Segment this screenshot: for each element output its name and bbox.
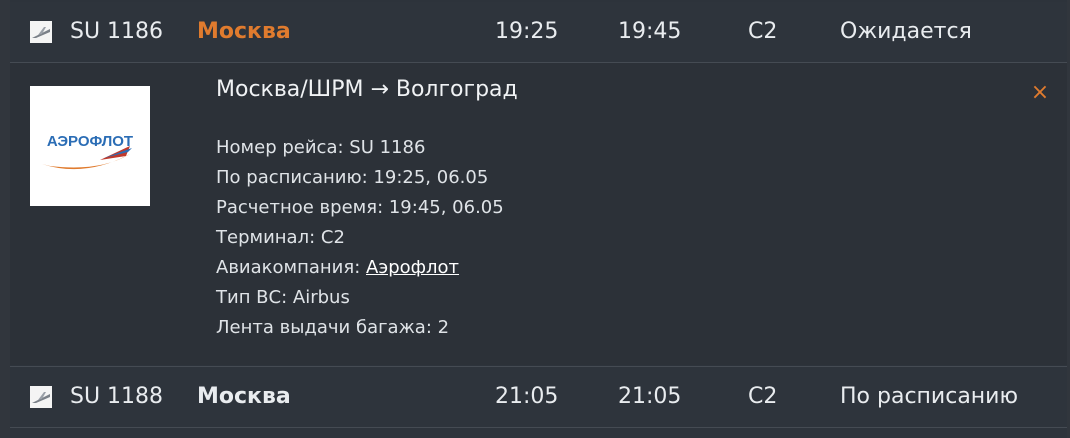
- flight-status: По расписанию: [840, 384, 1018, 409]
- info-airline: Авиакомпания: Аэрофлот: [216, 253, 504, 283]
- next-row-edge: [10, 428, 1067, 438]
- logo-text: АЭРОФЛОТ: [47, 133, 133, 150]
- label: Авиакомпания:: [216, 257, 366, 278]
- city-name: Москва: [197, 19, 291, 44]
- info-aircraft: Тип ВС: Airbus: [216, 283, 504, 313]
- value: 19:45, 06.05: [388, 197, 504, 218]
- close-icon[interactable]: ×: [1028, 81, 1052, 105]
- label: Номер рейса:: [216, 137, 350, 158]
- info-estimated: Расчетное время: 19:45, 06.05: [216, 193, 504, 223]
- flight-row-su1188[interactable]: SU 1188 Москва 21:05 21:05 C2 По расписа…: [10, 366, 1067, 428]
- airline-link[interactable]: Аэрофлот: [366, 257, 459, 278]
- flight-status: Ожидается: [840, 19, 972, 44]
- flight-number: SU 1188: [70, 384, 164, 409]
- value: Airbus: [292, 287, 350, 308]
- label: Лента выдачи багажа:: [216, 317, 438, 338]
- label: Терминал:: [216, 227, 321, 248]
- flight-number: SU 1186: [70, 19, 164, 44]
- info-flight-number: Номер рейса: SU 1186: [216, 133, 504, 163]
- flight-row-su1186[interactable]: SU 1186 Москва 19:25 19:45 C2 Ожидается: [10, 2, 1067, 63]
- flight-detail-panel: АЭРОФЛОТ Москва/ШРМ → Волгоград × Номер …: [10, 63, 1067, 365]
- scheduled-time: 21:05: [495, 384, 559, 409]
- value: SU 1186: [349, 137, 426, 158]
- label: Тип ВС:: [216, 287, 293, 308]
- airline-logo: АЭРОФЛОТ: [30, 86, 150, 206]
- city-name: Москва: [197, 384, 291, 409]
- route-title: Москва/ШРМ → Волгоград: [216, 77, 518, 102]
- terminal: C2: [748, 384, 778, 409]
- plane-icon: [30, 21, 52, 43]
- scheduled-time: 19:25: [495, 19, 559, 44]
- label: Расчетное время:: [216, 197, 389, 218]
- left-edge: [0, 0, 10, 438]
- info-terminal: Терминал: C2: [216, 223, 504, 253]
- info-baggage: Лента выдачи багажа: 2: [216, 313, 504, 343]
- flight-info: Номер рейса: SU 1186 По расписанию: 19:2…: [216, 133, 504, 343]
- value: 2: [437, 317, 450, 338]
- value: C2: [320, 227, 345, 248]
- estimated-time: 21:05: [618, 384, 682, 409]
- value: 19:25, 06.05: [373, 167, 489, 188]
- terminal: C2: [748, 19, 778, 44]
- label: По расписанию:: [216, 167, 374, 188]
- estimated-time: 19:45: [618, 19, 682, 44]
- info-scheduled: По расписанию: 19:25, 06.05: [216, 163, 504, 193]
- plane-icon: [30, 386, 52, 408]
